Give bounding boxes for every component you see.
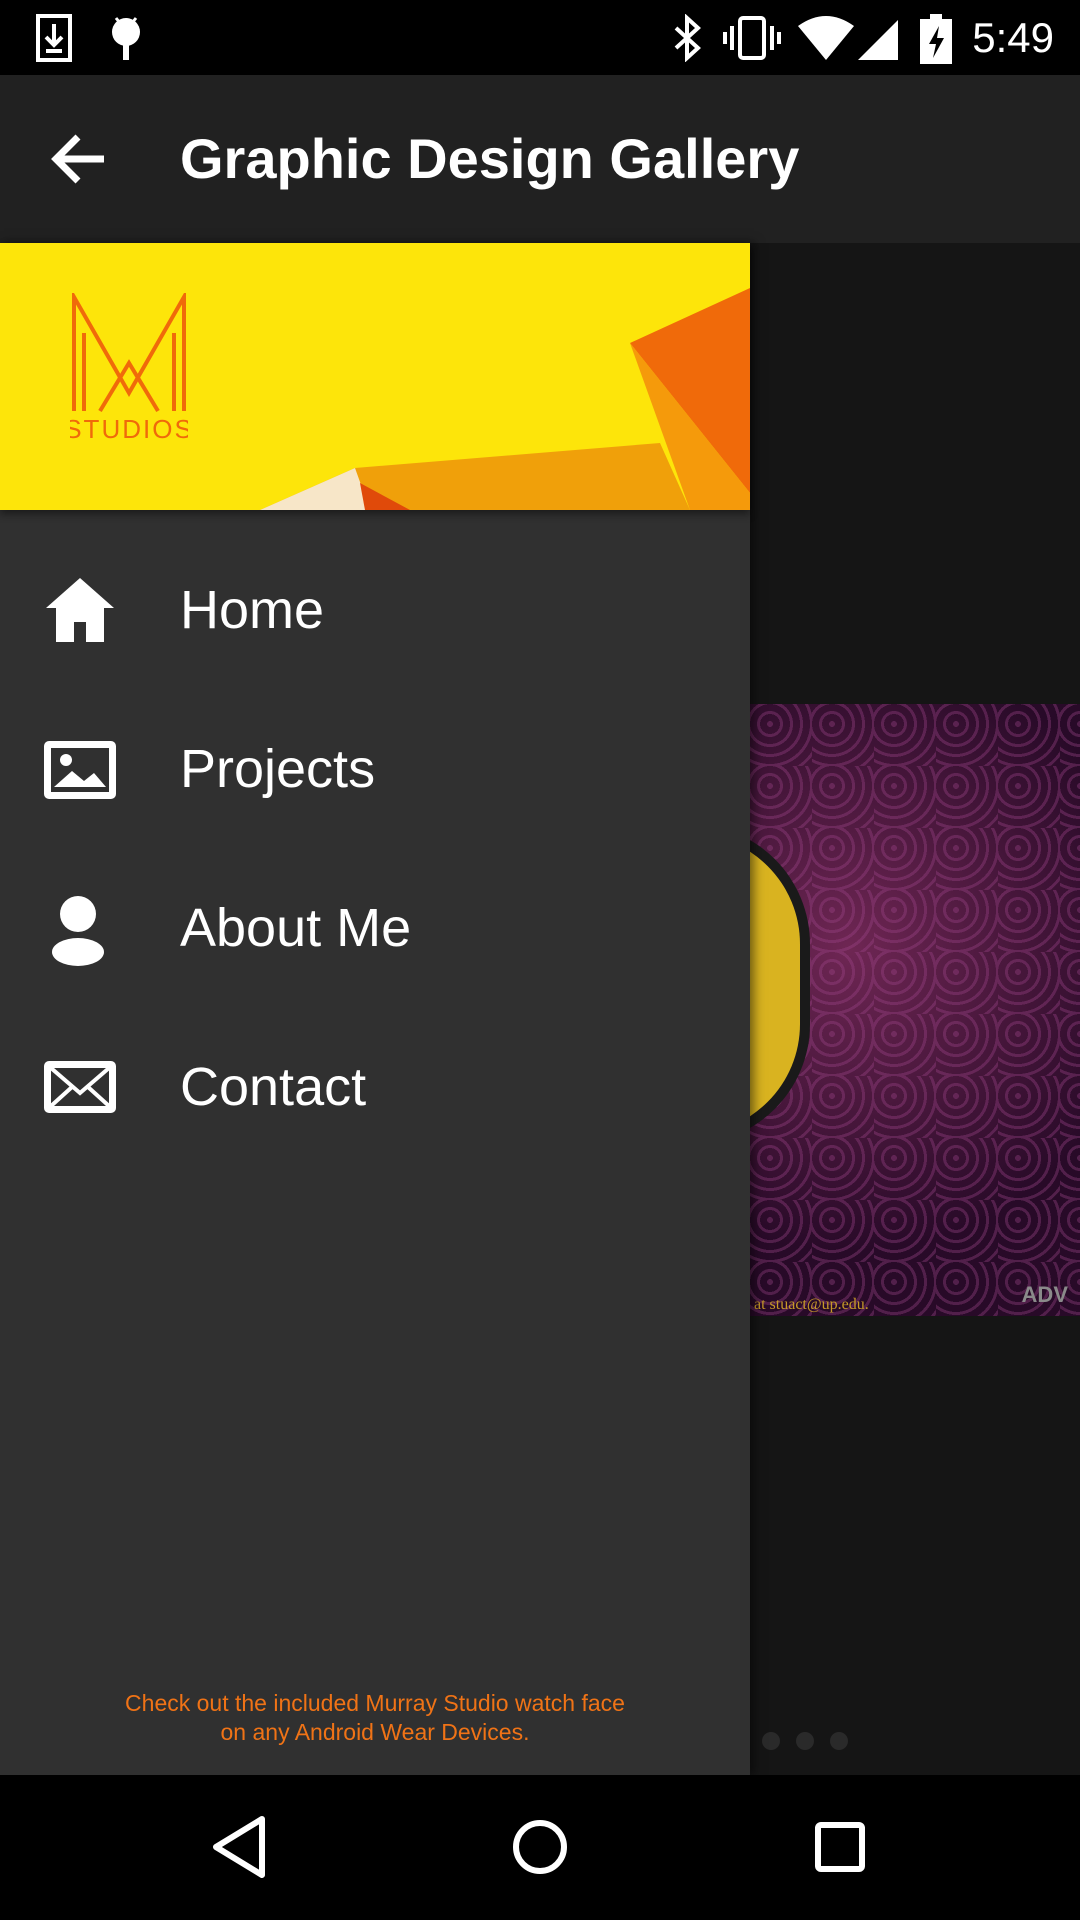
person-icon [52, 896, 104, 966]
drawer-item-contact[interactable]: Contact [0, 1007, 750, 1166]
pager-dot[interactable] [796, 1732, 814, 1750]
cell-signal-icon [856, 14, 900, 67]
pager-dot[interactable] [762, 1732, 780, 1750]
system-recents-button[interactable] [800, 1807, 880, 1887]
bluetooth-icon [672, 13, 704, 67]
drawer-item-label: About Me [180, 898, 412, 958]
mail-icon [44, 1061, 116, 1113]
system-navigation-bar [0, 1775, 1080, 1920]
arrow-left-icon [51, 134, 104, 184]
pager-dots [762, 1732, 848, 1750]
vibrate-icon [722, 14, 782, 67]
back-triangle-icon [213, 1816, 265, 1878]
system-home-button[interactable] [500, 1807, 580, 1887]
recents-square-icon [815, 1822, 865, 1872]
logo-text: STUDIOS [70, 414, 188, 443]
app-bar: Graphic Design Gallery [0, 75, 1080, 243]
image-badge: ADV [1021, 1282, 1068, 1307]
drawer-header: STUDIOS [0, 243, 750, 510]
drawer-item-label: Contact [180, 1057, 367, 1117]
page-title: Graphic Design Gallery [180, 127, 800, 190]
home-circle-icon [513, 1820, 567, 1874]
project-image[interactable]: at stuact@up.edu. ADV [750, 704, 1080, 1316]
pager-dot[interactable] [830, 1732, 848, 1750]
drawer-item-label: Projects [180, 739, 376, 799]
battery-charging-icon [920, 14, 952, 69]
studio-logo: STUDIOS [70, 293, 188, 443]
drawer-item-label: Home [180, 580, 325, 640]
drawer-item-about-me[interactable]: About Me [0, 848, 750, 1007]
image-icon [44, 741, 116, 799]
system-back-button[interactable] [200, 1807, 280, 1887]
status-bar: 5:49 [0, 0, 1080, 75]
image-caption: at stuact@up.edu. [754, 1296, 869, 1313]
clock: 5:49 [972, 14, 1054, 61]
drawer-item-home[interactable]: Home [0, 530, 750, 689]
download-icon [36, 14, 72, 67]
back-button[interactable] [40, 119, 120, 199]
navigation-drawer: STUDIOS Home Projects About Me Contact C… [0, 243, 750, 1775]
drawer-item-projects[interactable]: Projects [0, 689, 750, 848]
home-icon [46, 578, 114, 642]
footer-line-1: Check out the included Murray Studio wat… [125, 1690, 625, 1716]
drawer-footer[interactable]: Check out the included Murray Studio wat… [0, 1689, 750, 1747]
footer-line-2: on any Android Wear Devices. [220, 1719, 530, 1745]
wifi-icon [796, 14, 856, 67]
android-debug-icon [108, 14, 144, 67]
